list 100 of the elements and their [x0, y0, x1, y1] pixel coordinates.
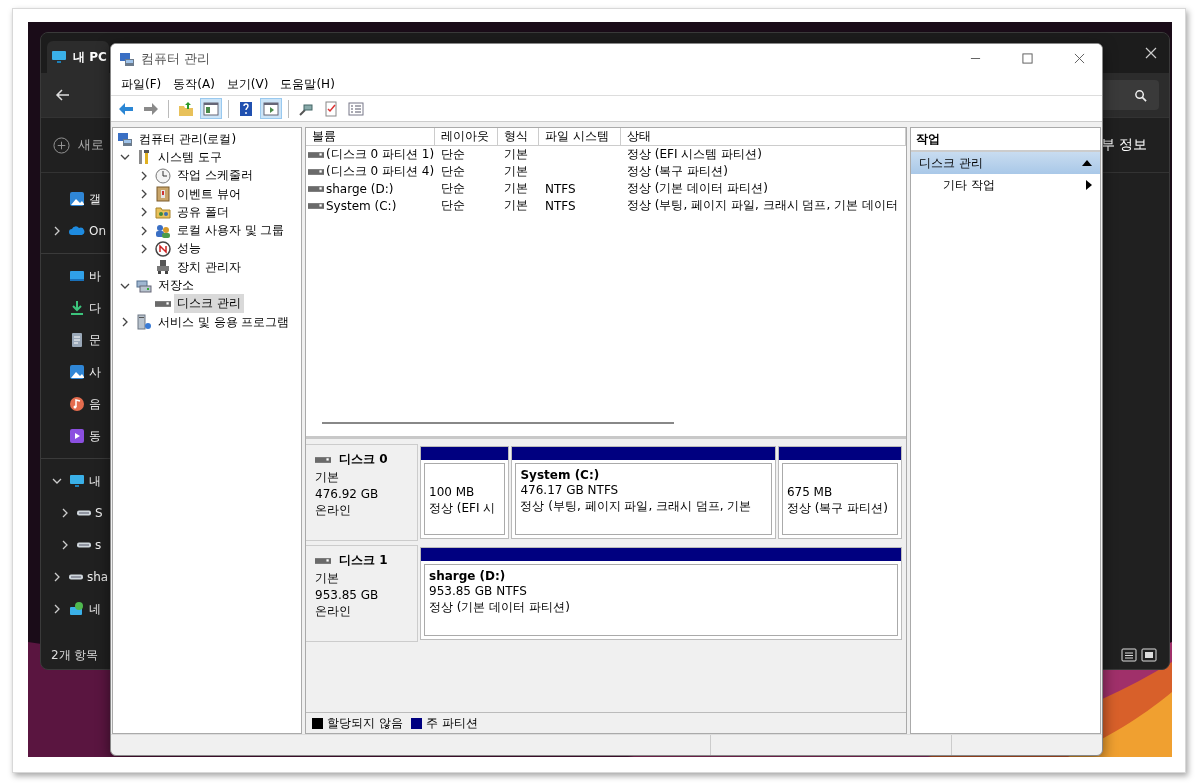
tiles-view-icon[interactable]: [1141, 647, 1157, 663]
action-section[interactable]: 디스크 관리: [911, 152, 1100, 174]
horizontal-scrollbar[interactable]: [322, 422, 674, 424]
document-icon: [69, 332, 85, 348]
details-view-icon[interactable]: [1121, 647, 1137, 663]
picture-icon: [69, 191, 85, 207]
table-cell: System (C:): [326, 198, 397, 213]
nav-item[interactable]: 동: [89, 427, 101, 445]
tree-item[interactable]: 로컬 사용자 및 그룹: [174, 221, 288, 241]
nav-item[interactable]: s: [95, 538, 102, 552]
disk-size: 476.92 GB: [315, 487, 380, 501]
close-icon[interactable]: [1145, 47, 1157, 59]
table-cell: 기본: [504, 197, 528, 214]
nav-item[interactable]: S: [95, 506, 103, 520]
nav-item[interactable]: 내: [89, 472, 101, 490]
maximize-icon: [1021, 53, 1033, 64]
tree-item[interactable]: 저장소: [155, 276, 197, 296]
tools-icon: [136, 149, 152, 166]
tree-item[interactable]: 공유 폴더: [174, 202, 232, 222]
menu-item[interactable]: 도움말(H): [274, 73, 341, 95]
nav-item[interactable]: sha: [87, 570, 109, 584]
tree-item[interactable]: 컴퓨터 관리(로컬): [136, 129, 240, 149]
partition-status: 정상 (기본 데이터 파티션): [429, 599, 571, 616]
table-cell: sharge (D:): [326, 181, 394, 196]
tab-title: 내 PC: [73, 48, 107, 66]
drive-icon: [77, 542, 91, 548]
download-icon: [69, 300, 85, 316]
legend-label: 주 파티션: [425, 714, 478, 732]
nav-item[interactable]: 갤: [89, 190, 101, 208]
table-cell: (디스크 0 파티션 4): [326, 163, 435, 180]
partition-block[interactable]: sharge (D:) 953.85 GB NTFS 정상 (기본 데이터 파티션): [424, 564, 898, 636]
drive-icon: [315, 557, 331, 564]
tree-item[interactable]: 성능: [174, 239, 204, 259]
tree-item[interactable]: 서비스 및 응용 프로그램: [155, 312, 293, 332]
column-header[interactable]: 상태: [621, 128, 906, 146]
tree-item[interactable]: 디스크 관리: [174, 294, 244, 314]
menu-item[interactable]: 파일(F): [115, 73, 168, 95]
nav-item[interactable]: 다: [89, 299, 101, 317]
table-cell: 기본: [504, 146, 528, 163]
device-icon: [155, 259, 171, 276]
nav-item[interactable]: 사: [89, 363, 101, 381]
tree-item[interactable]: 장치 관리자: [174, 257, 244, 277]
event-log-icon: [155, 186, 171, 203]
panel-icon: [263, 100, 279, 117]
properties-icon: [348, 100, 364, 117]
picture-icon: [69, 364, 85, 380]
video-icon: [69, 428, 85, 444]
disk-status: 온라인: [315, 502, 352, 519]
drive-icon: [69, 574, 83, 580]
column-header[interactable]: 형식: [498, 128, 539, 146]
table-cell: 기본: [504, 180, 528, 197]
nav-item[interactable]: 네: [89, 600, 101, 618]
menu-item[interactable]: 동작(A): [167, 73, 221, 95]
table-cell: NTFS: [545, 181, 576, 196]
partition-block[interactable]: 100 MB 정상 (EFI 시: [424, 463, 506, 535]
partition-size: 476.17 GB NTFS: [520, 483, 620, 497]
back-arrow-icon[interactable]: [55, 87, 71, 103]
explorer-tab[interactable]: 내 PC: [47, 41, 109, 73]
table-cell: NTFS: [545, 198, 576, 213]
details-button[interactable]: 부 정보: [1100, 136, 1147, 154]
drive-icon: [308, 202, 324, 209]
table-cell: (디스크 0 파티션 1): [326, 146, 435, 163]
panel-icon: [203, 100, 219, 117]
partition-block[interactable]: 675 MB 정상 (복구 파티션): [781, 463, 898, 535]
drive-icon: [308, 185, 324, 192]
drive-icon: [308, 151, 324, 158]
shared-folder-icon: [155, 204, 171, 221]
nav-item[interactable]: 바: [89, 267, 101, 285]
forward-arrow-icon: [143, 100, 159, 117]
table-cell: 기본: [504, 163, 528, 180]
table-cell: 정상 (부팅, 페이지 파일, 크래시 덤프, 기본 데이터: [627, 197, 898, 214]
nav-item[interactable]: 음: [89, 395, 101, 413]
disk-status: 온라인: [315, 603, 352, 620]
users-icon: [155, 222, 171, 239]
drive-icon: [155, 300, 171, 307]
column-header[interactable]: 볼륨: [306, 128, 435, 146]
column-header[interactable]: 파일 시스템: [539, 128, 621, 146]
tree-item[interactable]: 시스템 도구: [155, 147, 225, 167]
partition-size: 675 MB: [786, 485, 834, 499]
help-icon: [238, 100, 254, 117]
partition-size: 100 MB: [429, 485, 476, 499]
gauge-icon: [155, 240, 171, 257]
new-button[interactable]: 새로: [53, 136, 104, 154]
partition-title: sharge (D:): [429, 569, 507, 583]
tree-item[interactable]: 이벤트 뷰어: [174, 184, 244, 204]
folder-icon: [178, 100, 194, 117]
menu-item[interactable]: 보기(V): [220, 73, 275, 95]
nav-item[interactable]: 문: [89, 331, 101, 349]
tree-item[interactable]: 작업 스케줄러: [174, 166, 256, 186]
checklist-icon: [323, 100, 339, 117]
action-item[interactable]: 기타 작업: [911, 174, 1100, 196]
nav-item[interactable]: On: [89, 224, 107, 238]
table-cell: 정상 (EFI 시스템 파티션): [627, 146, 762, 163]
drive-icon: [308, 168, 324, 175]
toolbar-button[interactable]: [200, 98, 222, 119]
column-header[interactable]: 레이아웃: [435, 128, 498, 146]
partition-block[interactable]: System (C:) 476.17 GB NTFS 정상 (부팅, 페이지 파일, 크래시 덤프, 기본: [515, 463, 772, 535]
partition-status: 정상 (EFI 시: [429, 500, 497, 517]
toolbar-button[interactable]: [260, 98, 282, 119]
window-title: 컴퓨터 관리: [141, 49, 212, 68]
